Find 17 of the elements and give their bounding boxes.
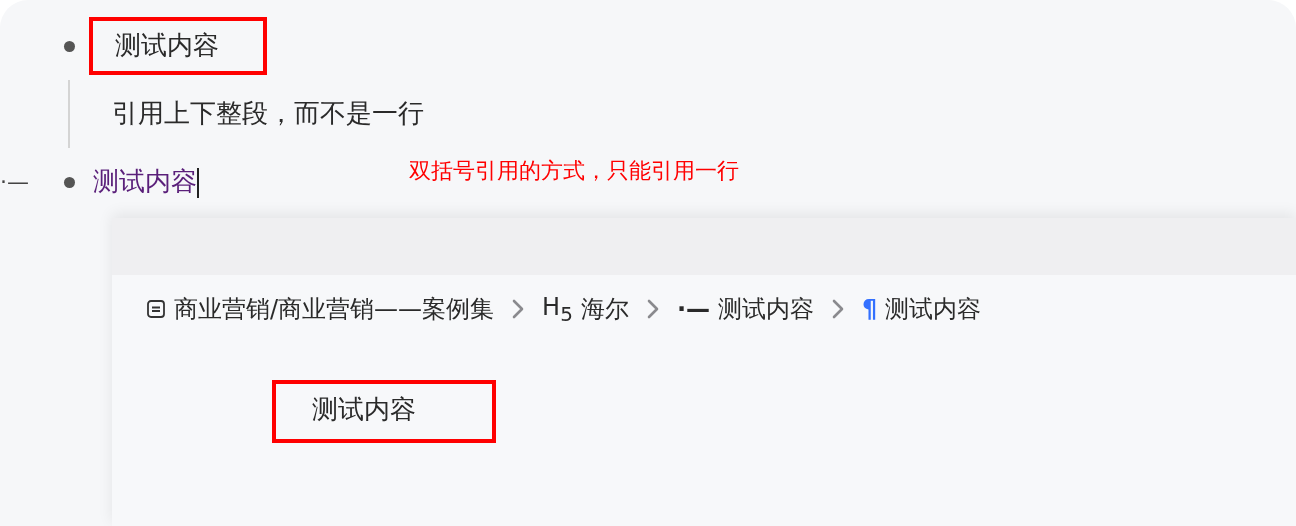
quote-text: 引用上下整段，而不是一行 [112, 97, 424, 131]
chevron-icon [646, 299, 659, 320]
heading-icon: H$_{5}$ [542, 293, 573, 326]
drag-handle[interactable]: ·— [0, 171, 29, 193]
chevron-icon [512, 299, 525, 320]
paragraph-icon: ¶ [862, 295, 878, 324]
list-item-icon: ·— [676, 295, 710, 324]
breadcrumb-item[interactable]: 测试内容 [885, 293, 982, 326]
bullet-icon[interactable] [64, 176, 75, 188]
breadcrumb-item[interactable]: 测试内容 [718, 293, 814, 326]
document-icon [146, 299, 166, 320]
bullet-icon[interactable] [64, 40, 75, 52]
annotation-text: 双括号引用的方式，只能引用一行 [409, 157, 739, 185]
breadcrumb-item[interactable]: 商业营销/商业营销——案例集 [174, 293, 495, 326]
block-text: 测试内容 [93, 165, 199, 199]
breadcrumb-item[interactable]: 海尔 [580, 293, 629, 326]
chevron-icon [832, 299, 844, 320]
